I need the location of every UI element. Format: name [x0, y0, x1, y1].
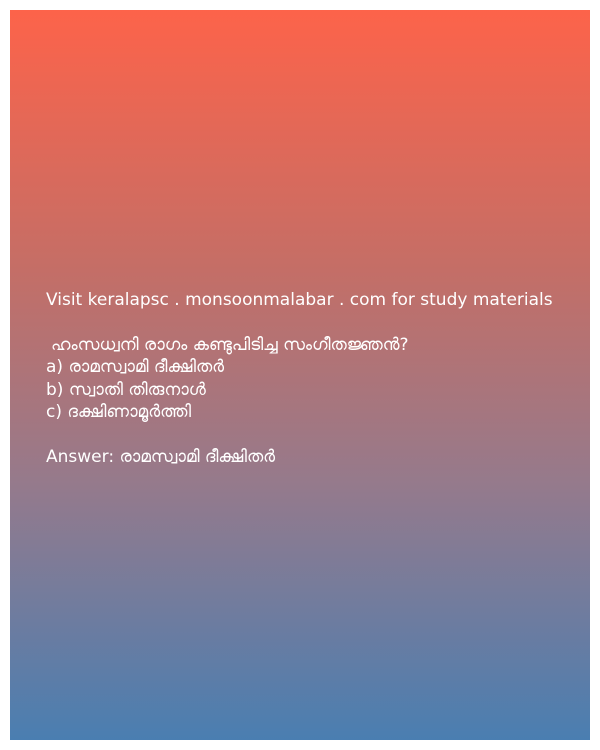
- answer-text: Answer: രാമസ്വാമി ദീക്ഷിതർ: [46, 446, 276, 467]
- option-b: b) സ്വാതി തിരുനാൾ: [46, 379, 206, 400]
- question-text: ഹംസധ്വനി രാഗം കണ്ടുപിടിച്ച സംഗീതജ്ഞൻ?: [51, 334, 409, 355]
- option-c: c) ദക്ഷിണാമൂർത്തി: [46, 402, 192, 422]
- quiz-card: Visit keralapsc . monsoonmalabar . com f…: [10, 10, 590, 740]
- option-a: a) രാമസ്വാമി ദീക്ഷിതർ: [46, 357, 225, 377]
- promo-text: Visit keralapsc . monsoonmalabar . com f…: [46, 290, 553, 310]
- quiz-content: Visit keralapsc . monsoonmalabar . com f…: [46, 289, 586, 468]
